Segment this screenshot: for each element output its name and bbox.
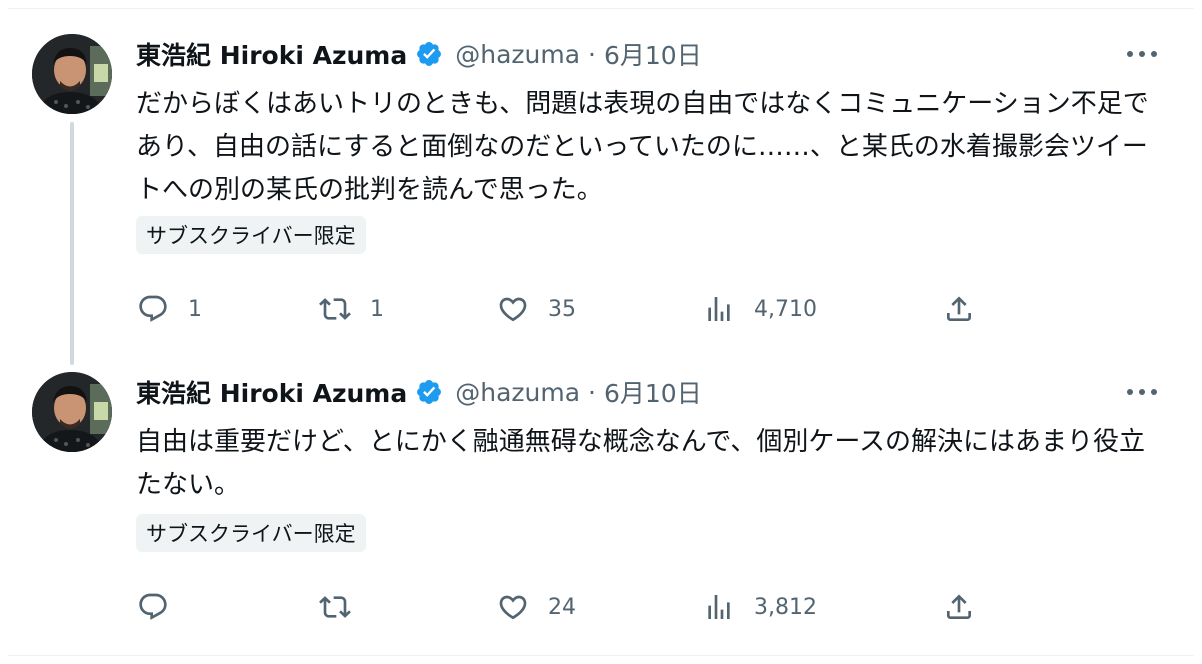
more-icon[interactable] — [1124, 380, 1160, 404]
views-button[interactable]: 3,812 — [702, 587, 817, 627]
views-count: 4,710 — [754, 296, 817, 322]
separator-dot: · — [588, 377, 596, 407]
tweet-actions: 1 1 35 4,710 — [136, 289, 1166, 329]
tweet-text: だからぼくはあいトリのときも、問題は表現の自由ではなくコミュニケーション不足であ… — [136, 89, 1149, 205]
subscriber-only-badge: サブスクライバー限定 — [136, 216, 366, 254]
reply-button[interactable] — [136, 587, 188, 627]
retweet-icon — [318, 292, 352, 326]
reply-icon — [136, 292, 170, 326]
views-icon — [702, 292, 736, 326]
more-icon[interactable] — [1124, 42, 1160, 66]
like-count: 24 — [548, 594, 576, 620]
author-name[interactable]: 東浩紀 Hiroki Azuma — [136, 36, 407, 72]
retweet-button[interactable] — [318, 587, 370, 627]
like-button[interactable]: 35 — [496, 289, 576, 329]
verified-badge-icon — [415, 40, 443, 68]
subscriber-only-badge: サブスクライバー限定 — [136, 514, 366, 552]
reply-count: 1 — [188, 296, 202, 322]
separator-dot: · — [588, 39, 596, 69]
like-button[interactable]: 24 — [496, 587, 576, 627]
reply-button[interactable]: 1 — [136, 289, 202, 329]
tweet-date[interactable]: 6月10日 — [604, 36, 702, 72]
like-icon — [496, 292, 530, 326]
reply-icon — [136, 590, 170, 624]
share-button[interactable] — [942, 587, 976, 627]
tweet[interactable]: 東浩紀 Hiroki Azuma @hazuma · 6月10日 自由は重要だけ… — [8, 349, 1194, 655]
retweet-icon — [318, 590, 352, 624]
tweet-date[interactable]: 6月10日 — [604, 374, 702, 410]
views-count: 3,812 — [754, 594, 817, 620]
avatar[interactable] — [32, 34, 112, 114]
author-handle[interactable]: @hazuma — [455, 40, 580, 69]
tweet-header: 東浩紀 Hiroki Azuma @hazuma · 6月10日 — [136, 374, 702, 410]
author-name[interactable]: 東浩紀 Hiroki Azuma — [136, 374, 407, 410]
verified-badge-icon — [415, 378, 443, 406]
tweet-actions: 24 3,812 — [136, 587, 1166, 627]
avatar[interactable] — [32, 372, 112, 452]
views-icon — [702, 590, 736, 624]
like-icon — [496, 590, 530, 624]
share-button[interactable] — [942, 289, 976, 329]
retweet-count: 1 — [370, 296, 384, 322]
share-icon — [942, 292, 976, 326]
like-count: 35 — [548, 296, 576, 322]
retweet-button[interactable]: 1 — [318, 289, 384, 329]
share-icon — [942, 590, 976, 624]
thread-connector-line — [70, 122, 74, 365]
author-handle[interactable]: @hazuma — [455, 378, 580, 407]
views-button[interactable]: 4,710 — [702, 289, 817, 329]
tweet-thread: 東浩紀 Hiroki Azuma @hazuma · 6月10日 だからぼくはあ… — [8, 8, 1194, 656]
tweet[interactable]: 東浩紀 Hiroki Azuma @hazuma · 6月10日 だからぼくはあ… — [8, 9, 1194, 365]
tweet-header: 東浩紀 Hiroki Azuma @hazuma · 6月10日 — [136, 36, 702, 72]
tweet-text: 自由は重要だけど、とにかく融通無碍な概念なんで、個別ケースの解決にはあまり役立た… — [136, 427, 1146, 500]
